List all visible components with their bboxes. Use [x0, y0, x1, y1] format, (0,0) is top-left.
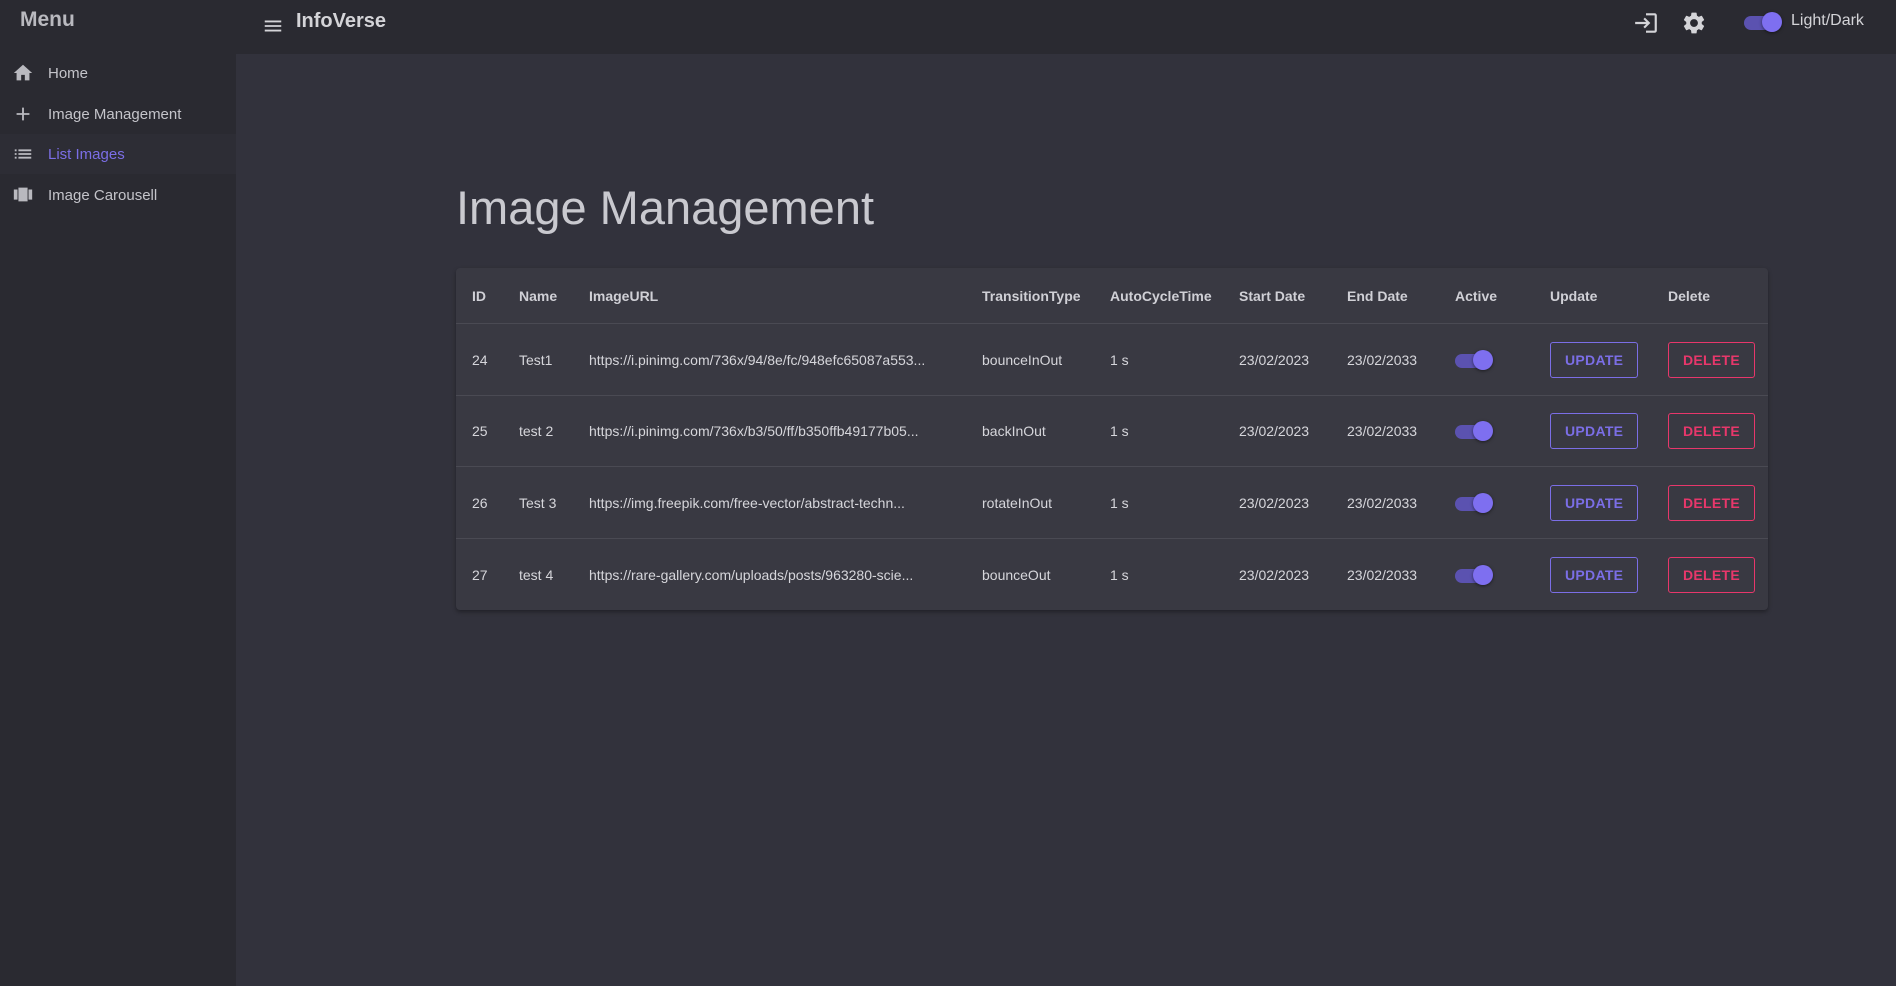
cell-image-url: https://rare-gallery.com/uploads/posts/9… [589, 566, 914, 583]
cell-end-date: 23/02/2033 [1347, 566, 1418, 583]
cell-start-date: 23/02/2023 [1239, 566, 1310, 583]
hamburger-menu-icon[interactable] [262, 15, 284, 37]
column-header-image-url[interactable]: ImageURL [589, 268, 969, 323]
cell-update: UPDATE [1550, 325, 1650, 395]
delete-button[interactable]: DELETE [1668, 484, 1756, 521]
table-header-row: ID Name ImageURL TransitionType AutoCycl… [456, 268, 1768, 324]
sidebar-item-list-images[interactable]: List Images [0, 134, 236, 174]
page-title: Image Management [456, 181, 875, 234]
cell-start-date: 23/02/2023 [1239, 423, 1310, 439]
delete-button[interactable]: DELETE [1668, 413, 1756, 449]
cell-name: Test1 [519, 352, 553, 368]
sidebar-item-image-management[interactable]: Image Management [0, 94, 236, 134]
cell-transition-type: bounceInOut [982, 352, 1063, 368]
active-toggle-switch[interactable] [1455, 563, 1497, 587]
column-header-update[interactable]: Update [1550, 268, 1650, 323]
switch-thumb [1473, 564, 1493, 585]
switch-thumb [1473, 350, 1493, 370]
column-header-end-date[interactable]: End Date [1347, 268, 1447, 323]
sidebar-item-label: Image Carousell [48, 186, 158, 204]
column-header-id[interactable]: ID [472, 268, 512, 323]
cell-name: Test 3 [519, 494, 557, 511]
cell-start-date: 23/02/2023 [1239, 352, 1310, 368]
app-title: InfoVerse [296, 10, 387, 32]
cell-delete: DELETE [1668, 325, 1768, 395]
switch-thumb [1762, 12, 1782, 32]
cell-auto-cycle-time: 1 s [1110, 494, 1129, 511]
active-toggle-switch[interactable] [1455, 348, 1497, 372]
cell-delete: DELETE [1668, 396, 1768, 466]
column-header-transition-type[interactable]: TransitionType [982, 268, 1102, 323]
cell-image-url: https://i.pinimg.com/736x/b3/50/ff/b350f… [589, 423, 919, 439]
cell-transition-type: backInOut [982, 423, 1046, 439]
table-row: 26 Test 3 https://img.freepik.com/free-v… [456, 467, 1768, 539]
gear-icon[interactable] [1681, 10, 1707, 36]
switch-thumb [1473, 492, 1493, 513]
sidebar: Menu Home Image Management List Images I… [0, 0, 236, 986]
switch-thumb [1473, 421, 1493, 441]
cell-active [1455, 325, 1535, 395]
cell-name: test 2 [519, 423, 554, 439]
update-button[interactable]: UPDATE [1550, 342, 1639, 378]
sidebar-item-label: Home [48, 64, 89, 82]
table-row: 27 test 4 https://rare-gallery.com/uploa… [456, 539, 1768, 610]
theme-toggle-switch[interactable] [1744, 10, 1786, 34]
plus-icon [12, 103, 34, 125]
sidebar-item-home[interactable]: Home [0, 53, 236, 93]
home-icon [12, 62, 34, 84]
cell-end-date: 23/02/2033 [1347, 423, 1418, 439]
column-header-start-date[interactable]: Start Date [1239, 268, 1339, 323]
cell-delete: DELETE [1668, 467, 1768, 538]
table-row: 25 test 2 https://i.pinimg.com/736x/b3/5… [456, 396, 1768, 467]
cell-transition-type: bounceOut [982, 566, 1051, 583]
login-icon[interactable] [1633, 10, 1659, 36]
menu-title: Menu [20, 8, 75, 31]
update-button[interactable]: UPDATE [1550, 413, 1639, 449]
cell-id: 24 [472, 352, 488, 368]
cell-auto-cycle-time: 1 s [1110, 566, 1129, 583]
cell-image-url: https://img.freepik.com/free-vector/abst… [589, 494, 905, 511]
cell-id: 27 [472, 566, 488, 583]
delete-button[interactable]: DELETE [1668, 556, 1756, 593]
list-icon [12, 143, 34, 165]
carousel-icon [12, 184, 34, 206]
cell-active [1455, 539, 1535, 610]
cell-update: UPDATE [1550, 467, 1650, 538]
column-header-auto-cycle-time[interactable]: AutoCycleTime [1110, 268, 1230, 323]
sidebar-item-label: List Images [48, 145, 125, 163]
delete-button[interactable]: DELETE [1668, 342, 1756, 378]
sidebar-item-label: Image Management [48, 105, 182, 123]
sidebar-item-image-carousell[interactable]: Image Carousell [0, 175, 236, 215]
cell-update: UPDATE [1550, 396, 1650, 466]
cell-end-date: 23/02/2033 [1347, 494, 1418, 511]
cell-active [1455, 467, 1535, 538]
table-row: 24 Test1 https://i.pinimg.com/736x/94/8e… [456, 325, 1768, 396]
update-button[interactable]: UPDATE [1550, 484, 1639, 521]
update-button[interactable]: UPDATE [1550, 556, 1639, 593]
cell-auto-cycle-time: 1 s [1110, 352, 1129, 368]
active-toggle-switch[interactable] [1455, 419, 1497, 443]
column-header-active[interactable]: Active [1455, 268, 1535, 323]
column-header-delete[interactable]: Delete [1668, 268, 1768, 323]
theme-toggle-label: Light/Dark [1791, 12, 1864, 29]
app-bar: InfoVerse Light/Dark [236, 0, 1896, 54]
cell-id: 25 [472, 423, 488, 439]
cell-start-date: 23/02/2023 [1239, 494, 1310, 511]
cell-transition-type: rotateInOut [982, 494, 1053, 511]
active-toggle-switch[interactable] [1455, 491, 1497, 515]
cell-image-url: https://i.pinimg.com/736x/94/8e/fc/948ef… [589, 352, 926, 368]
cell-update: UPDATE [1550, 539, 1650, 610]
cell-end-date: 23/02/2033 [1347, 352, 1418, 368]
cell-id: 26 [472, 494, 488, 511]
column-header-name[interactable]: Name [519, 268, 579, 323]
cell-name: test 4 [519, 566, 554, 583]
cell-auto-cycle-time: 1 s [1110, 423, 1129, 439]
cell-delete: DELETE [1668, 539, 1768, 610]
images-table: ID Name ImageURL TransitionType AutoCycl… [456, 268, 1768, 610]
cell-active [1455, 396, 1535, 466]
